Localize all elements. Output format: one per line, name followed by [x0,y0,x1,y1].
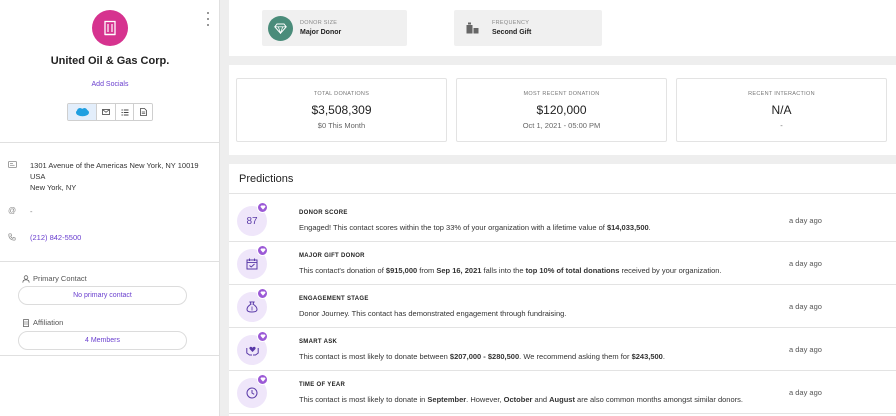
stat-sub: $0 This Month [317,121,366,130]
org-name: United Oil & Gas Corp. [50,55,170,67]
phone-link[interactable]: (212) 842-5500 [30,233,81,242]
predictions-title: Predictions [239,173,294,185]
stat-sub: - [780,121,783,130]
email-button[interactable] [96,104,115,120]
person-icon [22,274,30,283]
address-line: 1301 Avenue of the Americas New York, NY… [30,161,199,170]
note-button[interactable] [133,104,152,120]
attribute-value: Second Gift [492,29,532,36]
divider [0,261,220,262]
highlight-text: $243,500 [631,352,663,361]
primary-contact-label: Primary Contact [33,274,87,283]
task-list-button[interactable] [114,104,134,120]
affiliation-label: Affiliation [33,318,64,327]
diamond-badge-icon [257,374,268,385]
divider [229,193,896,194]
building-icon [104,20,116,36]
stat-sub: Oct 1, 2021 - 05:00 PM [522,121,601,130]
divider [0,142,220,143]
highlight-text: top 10% of total donations [525,266,620,275]
diamond-badge-icon [257,331,268,342]
diamond-badge-icon [257,202,268,213]
diamond-badge-icon [257,245,268,256]
prediction-title: MAJOR GIFT DONOR [299,253,365,259]
diamond-icon [268,15,293,41]
prediction-row-engagement-stage[interactable]: ENGAGEMENT STAGE Donor Journey. This con… [229,285,896,328]
email-value: - [30,207,33,216]
primary-contact-pill[interactable]: No primary contact [18,286,187,305]
affiliation-pill[interactable]: 4 Members [18,331,187,350]
attribute-label: FREQUENCY [492,20,530,26]
email-at-icon: @ [8,206,17,215]
list-icon [121,109,129,115]
highlight-text: September [427,395,467,404]
stat-label: TOTAL DONATIONS [313,91,370,97]
stat-label: MOST RECENT DONATION [523,91,600,97]
attribute-label: DONOR SIZE [300,20,338,26]
prediction-title: SMART ASK [299,339,338,345]
prediction-description: Donor Journey. This contact has demonstr… [299,309,567,318]
attribute-value: Major Donor [300,29,342,36]
divider [0,355,220,356]
profile-sidebar: United Oil & Gas Corp. Add Socials 1301 … [0,0,220,416]
prediction-description: This contact is most likely to donate be… [299,352,665,361]
prediction-title: DONOR SCORE [299,210,348,216]
avatar [92,10,128,46]
salesforce-cloud-icon [75,108,89,117]
action-button-group [67,103,153,121]
gifts-icon [460,16,485,41]
address-card-icon [8,161,17,168]
prediction-title: ENGAGEMENT STAGE [299,296,369,302]
prediction-time: a day ago [789,216,822,225]
highlight-text: August [549,395,575,404]
predictions-card: Predictions 87 DONOR SCORE Engaged! This… [229,164,896,416]
stat-recent-interaction: RECENT INTERACTION N/A - [676,78,887,142]
prediction-row-smart-ask[interactable]: SMART ASK This contact is most likely to… [229,328,896,371]
add-socials-link[interactable]: Add Socials [0,81,220,88]
stat-most-recent-donation: MOST RECENT DONATION $120,000 Oct 1, 202… [456,78,667,142]
donor-size-attribute: DONOR SIZE Major Donor [262,10,407,46]
highlight-text: $14,033,500 [606,223,649,232]
prediction-row-donor-score[interactable]: 87 DONOR SCORE Engaged! This contact sco… [229,199,896,242]
highlight-text: Sep 16, 2021 [436,266,482,275]
prediction-description: Engaged! This contact scores within the … [299,223,651,232]
prediction-title: TIME OF YEAR [299,382,346,388]
affiliation-heading: Affiliation [22,318,63,327]
highlight-text: $915,000 [385,266,418,275]
building-icon [23,318,29,327]
stat-value: N/A [771,103,792,117]
diamond-badge-icon [257,288,268,299]
prediction-time: a day ago [789,259,822,268]
document-icon [139,108,147,116]
address-line: New York, NY [30,183,77,192]
stat-total-donations: TOTAL DONATIONS $3,508,309 $0 This Month [236,78,447,142]
prediction-time: a day ago [789,302,822,311]
highlight-text: October [503,395,533,404]
prediction-time: a day ago [789,345,822,354]
donation-stats-card: TOTAL DONATIONS $3,508,309 $0 This Month… [229,65,896,155]
prediction-row-time-of-year[interactable]: TIME OF YEAR This contact is most likely… [229,371,896,414]
prediction-description: This contact is most likely to donate in… [299,395,743,404]
stat-label: RECENT INTERACTION [748,91,815,97]
mail-icon [102,109,110,115]
prediction-description: This contact's donation of $915,000 from… [299,266,722,275]
prediction-row-major-gift[interactable]: MAJOR GIFT DONOR This contact's donation… [229,242,896,285]
address-line: USA [30,172,46,181]
primary-contact-heading: Primary Contact [22,274,87,283]
highlight-text: $207,000 - $280,500 [449,352,520,361]
frequency-attribute: FREQUENCY Second Gift [454,10,602,46]
donor-attributes-card: DONOR SIZE Major Donor FREQUENCY Second … [229,0,896,56]
stat-value: $120,000 [536,103,587,117]
salesforce-button[interactable] [68,104,97,120]
prediction-time: a day ago [789,388,822,397]
stat-value: $3,508,309 [311,103,372,117]
more-options-icon[interactable] [205,12,211,26]
phone-icon [8,233,16,241]
address-block: 1301 Avenue of the Americas New York, NY… [30,160,199,193]
